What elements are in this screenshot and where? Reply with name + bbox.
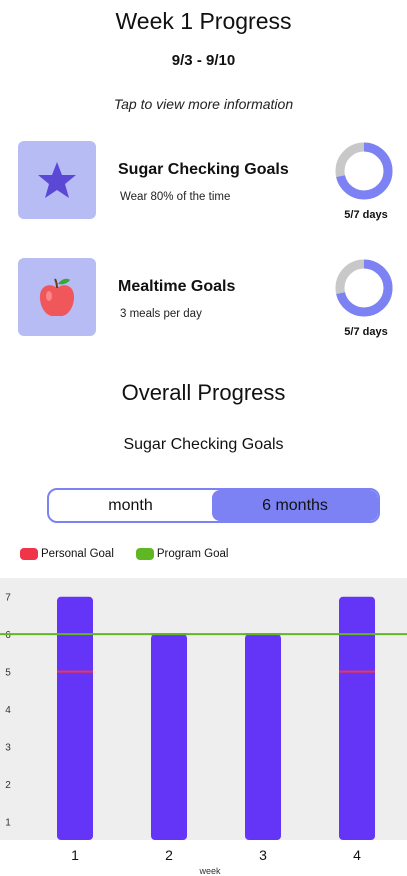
- star-icon: [38, 162, 76, 198]
- legend-swatch: [20, 548, 38, 560]
- toggle-6-months[interactable]: 6 months: [212, 490, 378, 521]
- y-tick-label: 5: [5, 668, 11, 679]
- page-title: Week 1 Progress: [115, 8, 292, 34]
- legend-program-goal: Program Goal: [135, 548, 229, 560]
- legend-label: Program Goal: [156, 548, 229, 560]
- range-toggle[interactable]: month 6 months: [47, 488, 380, 523]
- x-tick-label: 1: [71, 847, 79, 863]
- progress-label: 5/7 days: [344, 209, 388, 221]
- progress-ring: [335, 142, 393, 200]
- legend-swatch: [135, 548, 154, 560]
- goal-description: 3 meals per day: [120, 308, 202, 320]
- progress-ring: [335, 259, 393, 317]
- y-tick-label: 4: [5, 705, 11, 716]
- legend-personal-goal: Personal Goal: [20, 548, 114, 560]
- x-tick-label: 3: [259, 847, 267, 863]
- legend-label: Personal Goal: [41, 548, 114, 560]
- overall-progress-title: Overall Progress: [121, 380, 286, 405]
- goal-card-mealtime[interactable]: Mealtime Goals 3 meals per day 5/7 days: [0, 258, 407, 348]
- x-tick-label: 4: [353, 847, 361, 863]
- apple-icon: [39, 278, 75, 317]
- goal-name: Sugar Checking Goals: [118, 161, 289, 178]
- y-tick-label: 7: [5, 593, 11, 604]
- toggle-month[interactable]: month: [49, 490, 212, 521]
- progress-label: 5/7 days: [344, 326, 388, 338]
- bar: [151, 634, 187, 840]
- goal-icon-box: [18, 258, 96, 336]
- y-tick-label: 1: [5, 817, 11, 828]
- y-tick-label: 3: [5, 742, 11, 753]
- goal-description: Wear 80% of the time: [120, 191, 231, 203]
- goal-icon-box: [18, 141, 96, 219]
- weekly-bar-chart: 1 2 3 4 5 6 7 1 2 3 4 week: [0, 578, 407, 876]
- tap-hint: Tap to view more information: [113, 96, 294, 112]
- date-range: 9/3 - 9/10: [171, 52, 236, 69]
- x-tick-label: 2: [165, 847, 173, 863]
- y-tick-label: 6: [5, 630, 11, 641]
- chart-legend: Personal Goal Program Goal: [20, 546, 250, 562]
- overall-progress-subtitle: Sugar Checking Goals: [123, 436, 284, 453]
- goal-card-sugar-checking[interactable]: Sugar Checking Goals Wear 80% of the tim…: [0, 141, 407, 231]
- goal-name: Mealtime Goals: [118, 278, 236, 295]
- x-axis-label: week: [198, 866, 221, 876]
- bar: [245, 634, 281, 840]
- y-tick-label: 2: [5, 780, 11, 791]
